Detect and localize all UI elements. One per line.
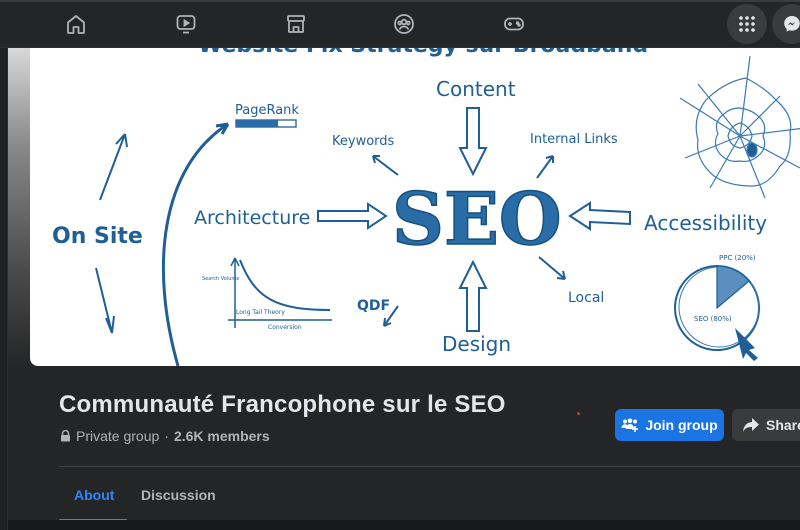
gaming-icon[interactable] (500, 10, 528, 38)
left-sidebar-edge (0, 48, 8, 530)
longtail-y-axis (230, 257, 240, 328)
cover-area: Website Fix Strategy sur Broadband SEO C… (8, 48, 800, 368)
cover-label-keywords: Keywords (332, 134, 395, 149)
window-edge (0, 0, 800, 2)
page-bottom (8, 520, 800, 530)
messenger-icon (784, 16, 800, 32)
menu-grid-icon (739, 16, 755, 32)
pagerank-bar-fill (236, 120, 278, 127)
arrow-right-architecture (317, 202, 388, 230)
share-icon (743, 418, 759, 432)
spider-web-illustration (679, 55, 800, 199)
arrow-up-on-site (99, 133, 128, 201)
member-count[interactable]: 2.6K members (174, 428, 270, 444)
messenger-button[interactable] (772, 4, 800, 44)
arrow-internal-links (536, 155, 554, 179)
cover-label-seo-pie: SEO (80%) (694, 315, 732, 323)
cover-label-local: Local (568, 290, 604, 306)
pie-chart-illustration (674, 265, 760, 361)
cover-label-on-site: On Site (52, 224, 143, 249)
cover-label-qdf: QDF (357, 298, 390, 314)
cover-label-accessibility: Accessibility (644, 211, 767, 235)
group-privacy[interactable]: Private group (76, 428, 159, 444)
join-group-label: Join group (645, 417, 718, 433)
cover-label-content: Content (436, 77, 516, 101)
arrow-down-on-site (95, 267, 115, 334)
watch-icon[interactable] (172, 10, 200, 38)
longtail-curve (239, 259, 331, 311)
share-button[interactable]: Share (732, 409, 800, 441)
marketplace-icon[interactable] (282, 10, 310, 38)
meta-separator: · (164, 428, 169, 444)
group-meta: Private group · 2.6K members (60, 428, 270, 444)
tab-about[interactable]: About (74, 487, 114, 503)
lock-icon (61, 430, 70, 442)
join-group-button[interactable]: Join group (615, 409, 724, 441)
cover-label-ppc: PPC (20%) (719, 254, 756, 262)
arrow-keywords (372, 155, 399, 176)
cover-label-design: Design (442, 332, 511, 356)
top-navigation-bar (0, 0, 800, 48)
group-title: Communauté Francophone sur le SEO (59, 391, 506, 418)
cover-label-internal-links: Internal Links (530, 132, 618, 147)
cover-label-search-volume: Search Volume (202, 276, 239, 282)
cover-label-long-tail: Long Tail Theory (236, 309, 285, 316)
group-page: Website Fix Strategy sur Broadband SEO C… (8, 48, 800, 522)
cover-label-pagerank: PageRank (235, 103, 299, 118)
menu-grid-button[interactable] (727, 4, 767, 44)
header-divider (59, 466, 800, 467)
cover-label-architecture: Architecture (194, 207, 310, 229)
stray-dot (577, 412, 580, 415)
cover-top-text: Website Fix Strategy sur Broadband (198, 48, 648, 58)
tab-discussion[interactable]: Discussion (141, 487, 216, 503)
arrow-up-design (458, 259, 488, 332)
curved-arrow-pagerank (161, 122, 230, 366)
arrow-down-content (458, 107, 488, 177)
arrow-left-accessibility (568, 201, 631, 231)
share-label: Share (766, 417, 800, 433)
join-group-icon (621, 418, 639, 432)
home-icon[interactable] (62, 10, 90, 38)
cover-photo[interactable]: Website Fix Strategy sur Broadband SEO C… (30, 48, 800, 366)
cover-label-conversion: Conversion (268, 324, 302, 331)
cover-seo-word: SEO (392, 176, 562, 261)
groups-icon[interactable] (390, 10, 418, 38)
